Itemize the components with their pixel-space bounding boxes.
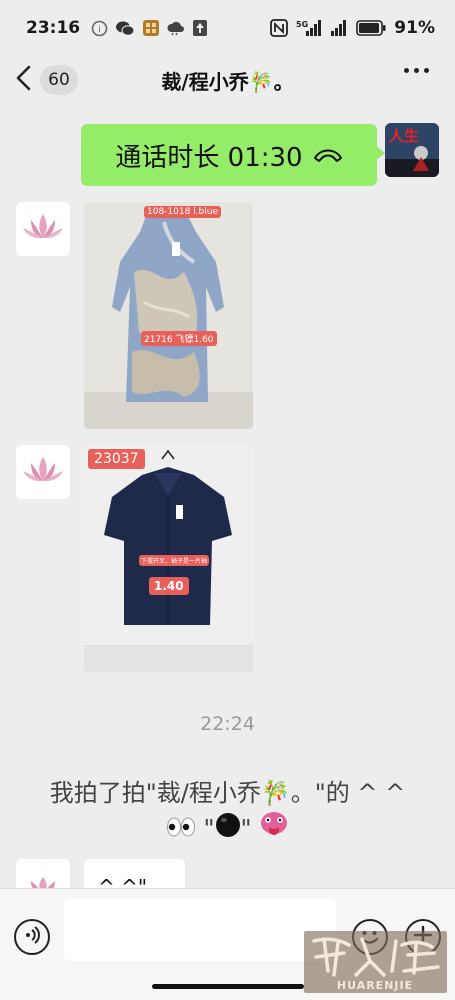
call-duration-text: 通话时长 01:30 [115,142,303,173]
product-tag-top: 23037 [88,449,145,469]
product-tag-price: 21716 飞镖1.60 [141,331,217,346]
contact-avatar[interactable] [16,445,70,499]
chat-header: 60 裁/程小乔🎋。 [0,56,455,104]
pat-message-line-1: 我拍了拍"裁/程小乔🎋。"的 ^ ^ [49,779,406,807]
signal-icon: 5G [296,19,322,37]
voice-icon [22,925,42,949]
chat-title: 裁/程小乔🎋。 [161,70,294,94]
battery-icon [356,20,386,36]
status-time: 23:16 [26,18,81,38]
quote-close-text: " [240,814,252,843]
watermark-calligraphy: HUARENJIE [312,937,440,992]
svg-text:HUARENJIE: HUARENJIE [337,979,413,992]
self-avatar[interactable]: 人生 [385,123,439,177]
product-tag-note: 下摆开叉，袖子是一片袖 [139,555,210,566]
pat-system-message: 我拍了拍"裁/程小乔🎋。"的 ^ ^ " " [30,776,425,849]
upload-icon [192,19,208,37]
home-indicator[interactable] [152,984,304,989]
nfc-icon [270,19,289,37]
shirt-photo[interactable]: 23037 下摆开叉，袖子是一片袖 1.40 [84,445,253,672]
contact-avatar[interactable] [16,202,70,256]
tongue-face-emoji-icon [259,810,289,849]
message-input[interactable] [64,899,336,961]
more-dot-icon [404,68,409,73]
app-icon [142,19,160,37]
wifi-signal-icon [330,19,348,37]
black-circle-emoji-icon [215,812,241,847]
call-duration-bubble[interactable]: 通话时长 01:30 [81,124,385,186]
eyes-emoji-icon [166,813,196,847]
lotus-icon [21,873,65,888]
svg-text:人生: 人生 [389,127,419,145]
wechat-icon [115,20,135,37]
dress-illustration [84,202,253,429]
product-tag-price: 1.40 [149,577,189,595]
more-dot-icon [424,68,429,73]
pat-message-line-2: " " [30,810,425,849]
more-options-button[interactable] [404,68,429,73]
cloud-icon [167,20,185,36]
lotus-icon [21,453,65,491]
watermark-logo: HUARENJIE [304,931,447,993]
sync-icon: i [91,20,108,37]
dress-photo[interactable]: 108-1018 l.blue 21716 飞镖1.60 [84,202,253,429]
phone-hangup-icon [313,140,343,170]
time-divider: 22:24 [200,713,255,735]
voice-input-button[interactable] [14,919,50,955]
product-tag-top: 108-1018 l.blue [144,206,222,218]
network-label: 5G [296,20,308,29]
more-dot-icon [414,68,419,73]
lotus-icon [21,210,65,248]
battery-percent: 91% [394,18,435,38]
status-bar: 23:16 i 5G 91% [0,0,455,56]
contact-avatar[interactable] [16,859,70,888]
quote-open-text: " [203,814,215,843]
svg-text:i: i [98,25,101,35]
